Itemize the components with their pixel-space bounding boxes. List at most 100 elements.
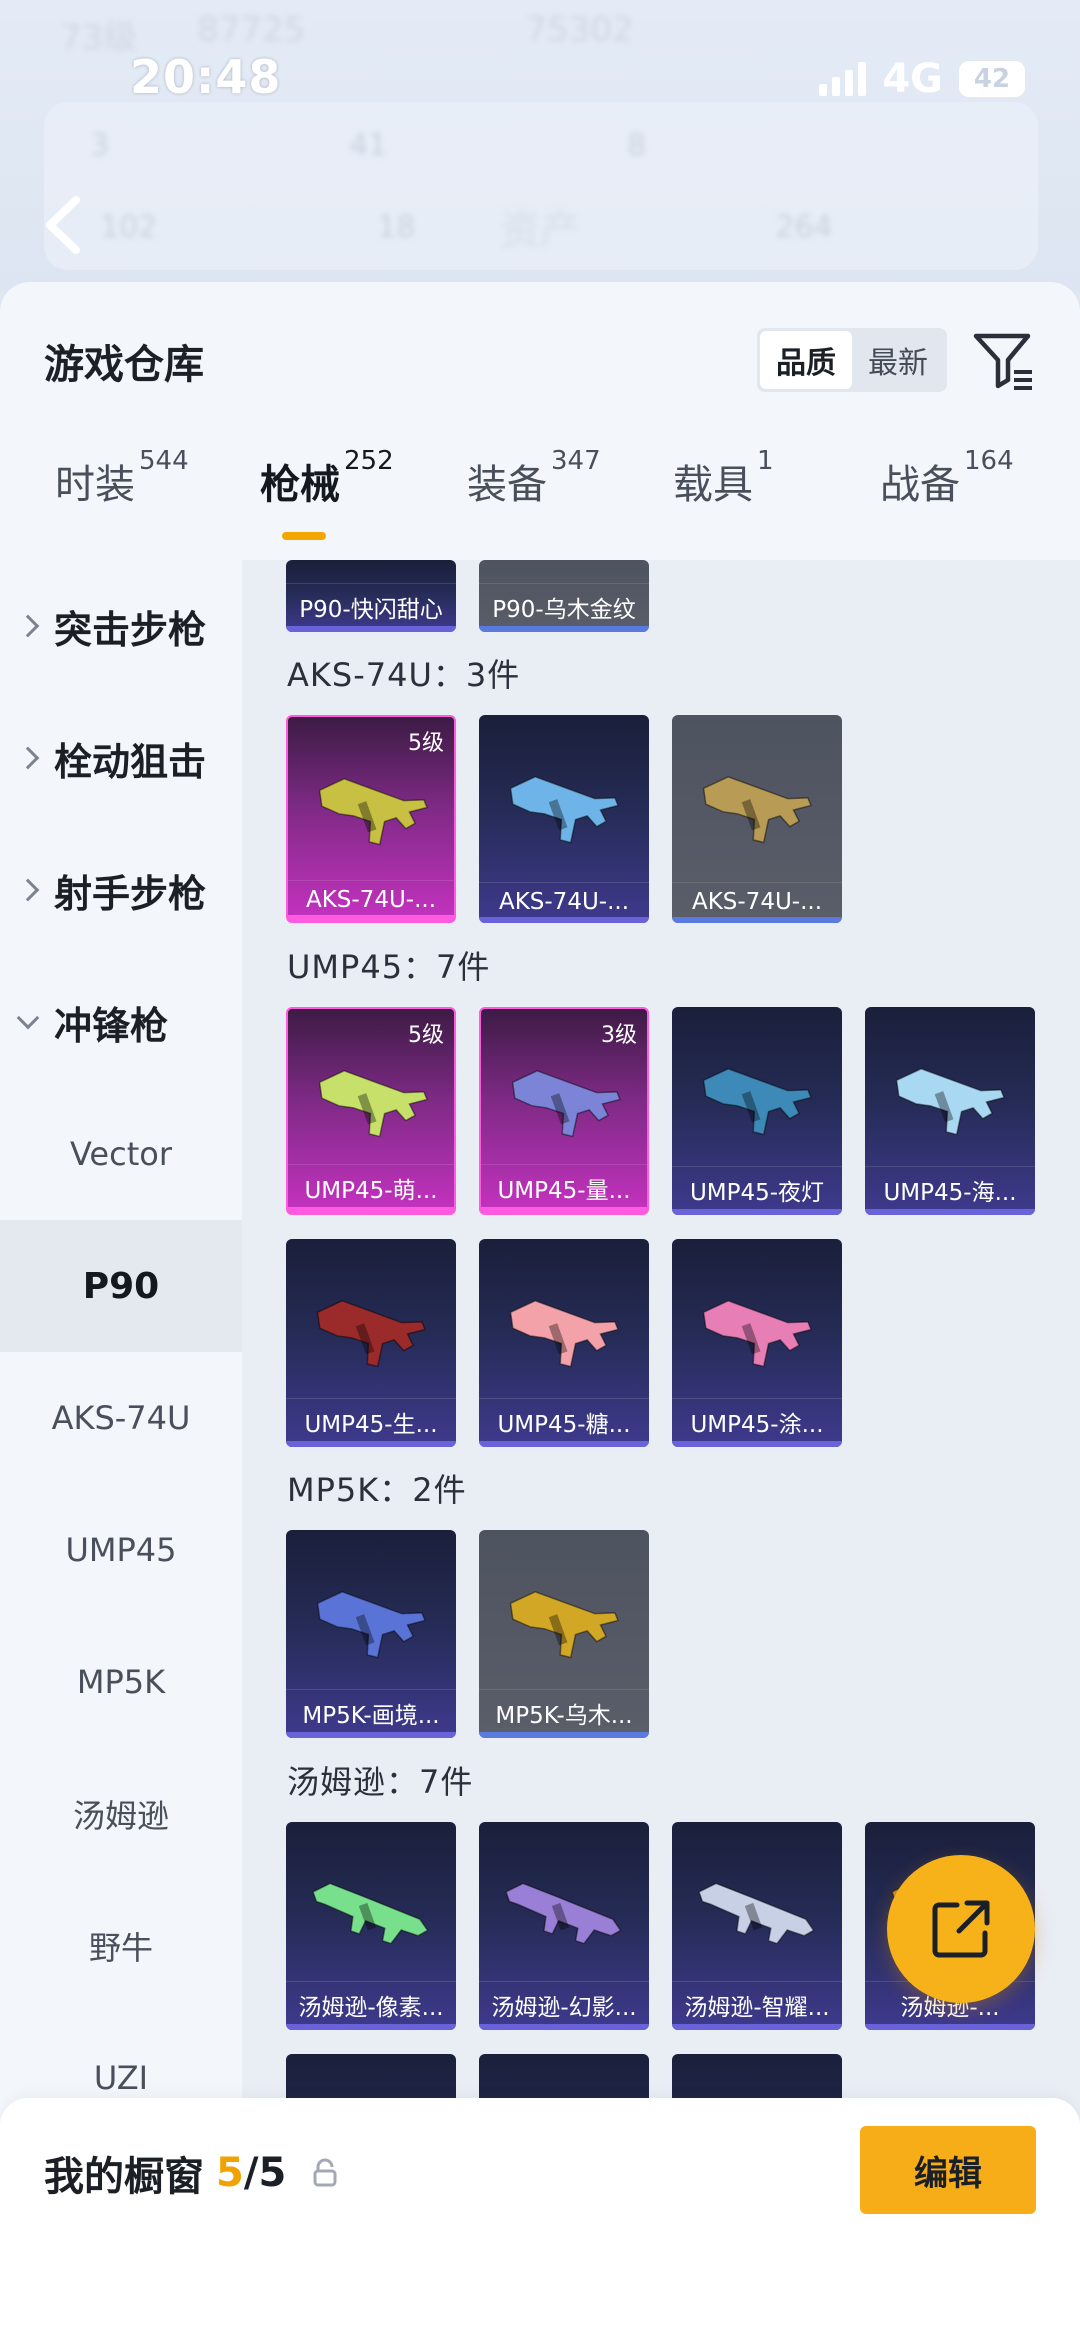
share-button[interactable] [887, 1855, 1035, 2003]
sort-option-newest[interactable]: 最新 [852, 331, 944, 389]
background-title: 资产 [500, 208, 580, 254]
weapon-card[interactable]: 5级 AKS-74U-... [286, 715, 456, 923]
smg-body [509, 1590, 620, 1659]
weapon-card[interactable]: AKS-74U-... [672, 715, 842, 923]
background-row-2: 102 18 264 [100, 210, 833, 245]
rarity-bar [286, 2024, 456, 2030]
signal-icon [819, 62, 867, 96]
sidebar-item-aks74u[interactable]: AKS-74U [0, 1352, 242, 1484]
weapon-name: UMP45-糖... [479, 1398, 649, 1439]
weapon-card[interactable]: MP5K-乌木... [479, 1530, 649, 1738]
chevron-down-icon [16, 1006, 40, 1030]
back-arrow-icon[interactable] [34, 190, 94, 260]
showcase-bar: 我的橱窗 5 / 5 编辑 [0, 2098, 1080, 2341]
weapon-card[interactable]: UMP45-生... [286, 1239, 456, 1447]
sidebar-item-thompson[interactable]: 汤姆逊 [0, 1748, 242, 1880]
weapon-card[interactable]: 3级 UMP45-量... [479, 1007, 649, 1215]
rarity-bar [672, 1209, 842, 1215]
weapon-card[interactable]: 汤姆逊-像素... [286, 1822, 456, 2030]
smg-body [318, 1069, 429, 1138]
weapon-name: 汤姆逊-智耀... [672, 1981, 842, 2022]
tab-equipment[interactable]: 装备 347 [467, 432, 601, 510]
weapon-name: MP5K-乌木... [479, 1689, 649, 1730]
weapon-card[interactable]: UMP45-海... [865, 1007, 1035, 1215]
weapon-card[interactable]: P90-乌木金纹 [479, 560, 649, 632]
filter-icon[interactable] [970, 326, 1036, 392]
sheet-header: 游戏仓库 品质 最新 时装 544 枪械 252 装备 347 载具 1 战备 … [0, 282, 1080, 560]
edit-button[interactable]: 编辑 [860, 2126, 1036, 2214]
smg-icon [316, 1590, 427, 1659]
rifle-icon [312, 1882, 429, 1945]
sidebar-category-assault-rifle[interactable]: 突击步枪 [0, 560, 242, 692]
bg-stat: 3 [90, 128, 110, 163]
group-title-ump45: UMP45：7件 [287, 948, 491, 986]
bg-stat: 18 [377, 210, 416, 245]
smg-icon [509, 775, 620, 844]
rarity-bar [288, 915, 454, 921]
page-title: 游戏仓库 [44, 342, 204, 388]
sort-toggle: 品质 最新 [757, 328, 947, 392]
sidebar-category-smg[interactable]: 冲锋枪 [0, 956, 242, 1088]
rarity-bar [672, 2024, 842, 2030]
status-indicators: 4G 42 [819, 56, 1025, 102]
sidebar-item-p90[interactable]: P90 [0, 1220, 242, 1352]
tab-count: 1 [757, 446, 774, 476]
rarity-bar [672, 917, 842, 923]
bg-stat: 8 [627, 128, 647, 163]
sidebar-item-vector[interactable]: Vector [0, 1088, 242, 1220]
weapon-card[interactable]: MP5K-画境... [286, 1530, 456, 1738]
smg-body [509, 1299, 620, 1368]
sidebar-category-label: 栓动狙击 [54, 739, 207, 784]
bg-stat: 264 [775, 210, 833, 245]
sort-option-quality[interactable]: 品质 [760, 331, 852, 389]
weapon-name: 汤姆逊-像素... [286, 1981, 456, 2022]
battery-icon: 42 [959, 61, 1025, 97]
active-tab-indicator [282, 532, 326, 540]
weapon-card[interactable]: 5级 UMP45-萌... [286, 1007, 456, 1215]
smg-icon [509, 1590, 620, 1659]
item-grid: P90-快闪甜心 P90-乌木金纹 AKS-74U：3件 5级 AKS-74U-… [242, 560, 1080, 2341]
weapon-card[interactable]: UMP45-夜灯 [672, 1007, 842, 1215]
weapon-card[interactable]: UMP45-涂... [672, 1239, 842, 1447]
bg-stat: 102 [100, 210, 158, 245]
tab-supplies[interactable]: 战备 164 [880, 432, 1014, 510]
weapon-name: AKS-74U-... [479, 882, 649, 915]
weapon-name: UMP45-生... [286, 1398, 456, 1439]
weapon-name: 汤姆逊-幻影... [479, 1981, 649, 2022]
background-header: 73级 87725 75302 3 41 8 102 18 264 资产 20:… [0, 0, 1080, 290]
rarity-bar [479, 2024, 649, 2030]
category-tabs: 时装 544 枪械 252 装备 347 载具 1 战备 164 [0, 432, 1080, 542]
rarity-bar [479, 626, 649, 632]
sidebar-category-marksman-rifle[interactable]: 射手步枪 [0, 824, 242, 956]
sidebar-item-mp5k[interactable]: MP5K [0, 1616, 242, 1748]
background-row-1: 3 41 8 [90, 128, 646, 163]
chevron-right-icon [16, 746, 40, 770]
weapon-card[interactable]: UMP45-糖... [479, 1239, 649, 1447]
tab-guns[interactable]: 枪械 252 [260, 432, 394, 510]
sidebar-item-bison[interactable]: 野牛 [0, 1880, 242, 2012]
weapon-card[interactable]: 汤姆逊-智耀... [672, 1822, 842, 2030]
smg-body [702, 1067, 813, 1136]
rarity-bar [865, 1209, 1035, 1215]
showcase-label: 我的橱窗 5 / 5 [44, 2144, 338, 2202]
smg-body [702, 1299, 813, 1368]
weapon-name: UMP45-萌... [288, 1164, 454, 1205]
chevron-right-icon [16, 614, 40, 638]
smg-icon [316, 1299, 427, 1368]
weapon-card[interactable]: AKS-74U-... [479, 715, 649, 923]
weapon-card[interactable]: P90-快闪甜心 [286, 560, 456, 632]
smg-body [509, 775, 620, 844]
tab-label: 时装 [55, 462, 135, 508]
weapon-card[interactable]: 汤姆逊-幻影... [479, 1822, 649, 2030]
showcase-total: 5 [258, 2150, 287, 2196]
sidebar-item-ump45[interactable]: UMP45 [0, 1484, 242, 1616]
tab-vehicles[interactable]: 载具 1 [673, 432, 774, 510]
smg-icon [318, 1069, 429, 1138]
sidebar-category-label: 突击步枪 [54, 607, 207, 652]
rarity-bar [672, 1441, 842, 1447]
network-type: 4G [882, 56, 943, 102]
tab-fashion[interactable]: 时装 544 [55, 432, 189, 510]
tab-count: 544 [139, 446, 189, 476]
bg-stat: 41 [349, 128, 388, 163]
sidebar-category-bolt-sniper[interactable]: 栓动狙击 [0, 692, 242, 824]
